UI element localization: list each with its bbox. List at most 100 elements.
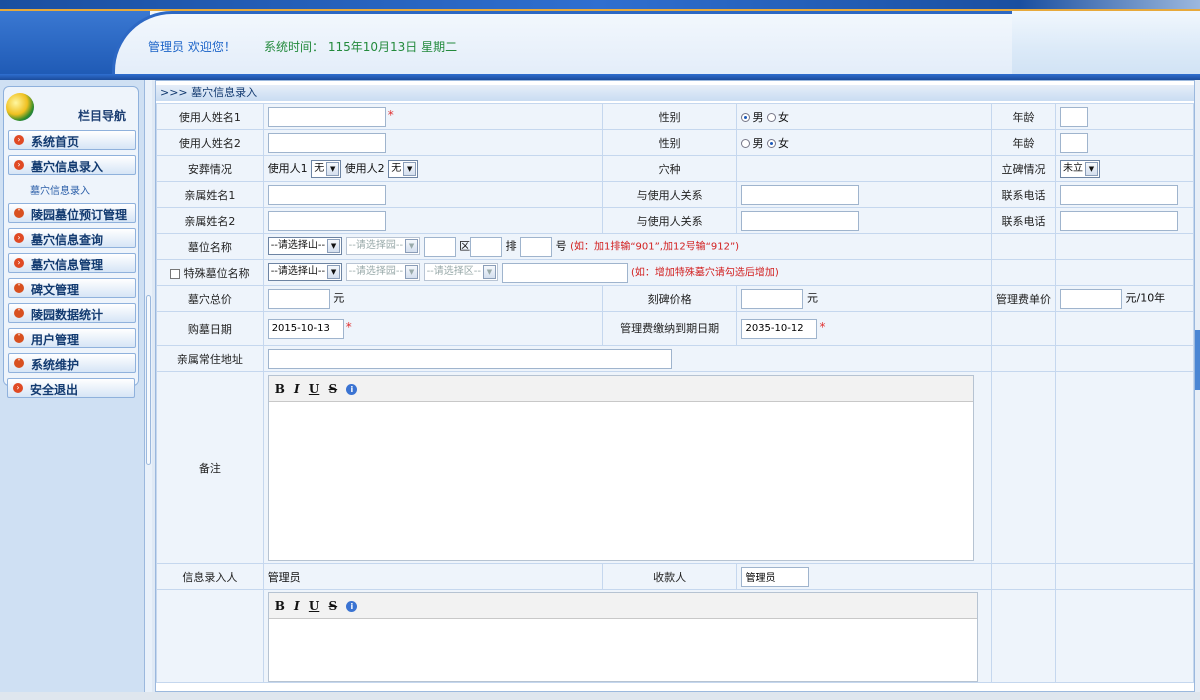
dropdown-arrow-icon: ▼: [405, 265, 419, 279]
header-top-band: [0, 0, 1200, 9]
sidebar: 栏目导航 › 系统首页 › 墓穴信息录入 墓穴信息录入 ˅ 陵园墓位预订管理 › 墓穴信…: [0, 80, 152, 700]
globe-icon: [6, 93, 34, 121]
fee-unit-input[interactable]: [1059, 288, 1122, 309]
breadcrumb: >>> 墓穴信息录入: [156, 85, 1194, 101]
user1-name-input[interactable]: [267, 106, 386, 127]
phone2-input[interactable]: [1059, 210, 1178, 231]
sidebar-item-tomb-entry[interactable]: › 墓穴信息录入: [8, 155, 136, 175]
system-time: 系统时间： 115年10月13日 星期二: [264, 40, 458, 54]
label-gender1: 性别: [601, 103, 738, 130]
relation2-input[interactable]: [741, 210, 860, 231]
sidebar-item-label: 系统维护: [31, 358, 80, 372]
address-input[interactable]: [267, 348, 672, 369]
splitter-handle[interactable]: [146, 295, 151, 465]
sidebar-item-tomb-manage[interactable]: › 墓穴信息管理: [8, 253, 136, 273]
italic-button[interactable]: I: [294, 382, 300, 396]
dropdown-arrow-icon: ▼: [327, 239, 341, 253]
sidebar-item-label: 安全退出: [30, 383, 79, 397]
yuan-unit: 元: [333, 291, 345, 304]
sidebar-item-maintenance[interactable]: ˅ 系统维护: [8, 353, 136, 373]
bold-button[interactable]: B: [275, 599, 285, 613]
label-user2: 使用人姓名2: [156, 129, 264, 156]
sidebar-item-logout[interactable]: › 安全退出: [7, 378, 135, 398]
sidebar-item-reservation[interactable]: ˅ 陵园墓位预订管理: [8, 203, 136, 223]
plot-row-input[interactable]: [470, 236, 503, 257]
dropdown-arrow-icon: ▼: [326, 161, 340, 176]
nav-title: 栏目导航: [77, 109, 126, 123]
sidebar-splitter[interactable]: [144, 80, 152, 700]
plot-garden-select[interactable]: --请选择园-- ▼: [345, 237, 421, 255]
age2-input[interactable]: [1059, 132, 1088, 153]
second-editor[interactable]: B I U S i: [267, 592, 978, 682]
row-unit: 排: [505, 239, 517, 252]
sidebar-item-label: 陵园墓位预订管理: [31, 208, 128, 222]
label-burial: 安葬情况: [156, 155, 264, 182]
chevron-down-icon: ˅: [14, 333, 24, 343]
special-plot-checkbox[interactable]: [170, 268, 181, 279]
relative2-name-input[interactable]: [267, 210, 386, 231]
sidebar-item-statistics[interactable]: ˅ 陵园数据统计: [8, 303, 136, 323]
info-icon[interactable]: i: [346, 383, 358, 395]
label-age2: 年龄: [990, 129, 1056, 156]
burial-user2-label: 使用人2: [344, 161, 385, 175]
right-scroll-edge[interactable]: [1195, 80, 1200, 700]
user2-name-input[interactable]: [267, 132, 386, 153]
radio-label: 男: [752, 110, 764, 124]
label-user1: 使用人姓名1: [156, 103, 264, 130]
label-address: 亲属常住地址: [156, 345, 264, 372]
age1-input[interactable]: [1059, 106, 1088, 127]
yuan-unit: 元: [806, 291, 818, 304]
sidebar-item-label: 墓穴信息管理: [31, 258, 104, 272]
fee-due-date-input[interactable]: [741, 318, 818, 339]
sidebar-item-label: 碑文管理: [31, 283, 80, 297]
plot-number-input[interactable]: [520, 236, 553, 257]
burial-user2-select[interactable]: 无 ▼: [388, 159, 419, 178]
tomb-type-value: [736, 155, 992, 182]
relative1-name-input[interactable]: [267, 184, 386, 205]
gender2-male-radio[interactable]: [741, 139, 751, 148]
italic-button[interactable]: I: [294, 599, 300, 613]
remark-editor[interactable]: B I U S i: [267, 374, 974, 561]
payee-input[interactable]: [741, 566, 810, 587]
label-age1: 年龄: [990, 103, 1056, 130]
bold-button[interactable]: B: [275, 382, 285, 396]
scroll-thumb[interactable]: [1195, 330, 1200, 390]
label-fee-unit: 管理费单价: [990, 285, 1056, 312]
plot-zone-input[interactable]: [423, 236, 456, 257]
strike-button[interactable]: S: [329, 382, 338, 396]
total-price-input[interactable]: [267, 288, 330, 309]
submenu-tomb-entry[interactable]: 墓穴信息录入: [30, 182, 90, 197]
sidebar-item-users[interactable]: ˅ 用户管理: [8, 328, 136, 348]
underline-button[interactable]: U: [309, 382, 319, 396]
engrave-price-input[interactable]: [741, 288, 804, 309]
sidebar-item-label: 系统首页: [31, 135, 80, 149]
label-entered-by: 信息录入人: [156, 563, 264, 590]
special-zone-select[interactable]: --请选择区-- ▼: [423, 263, 498, 281]
gender1-male-radio[interactable]: [741, 113, 751, 122]
strike-button[interactable]: S: [329, 599, 338, 613]
dropdown-arrow-icon: ▼: [403, 161, 417, 176]
label-gender2: 性别: [601, 129, 738, 156]
info-icon[interactable]: i: [346, 601, 358, 612]
sidebar-item-label: 墓穴信息查询: [31, 233, 104, 247]
gender2-female-radio[interactable]: [766, 139, 776, 148]
stele-select[interactable]: 未立 ▼: [1059, 159, 1100, 178]
special-mountain-select[interactable]: --请选择山-- ▼: [267, 263, 343, 281]
arrow-icon: ›: [13, 383, 23, 393]
special-garden-select[interactable]: --请选择园-- ▼: [345, 263, 421, 281]
gender1-female-radio[interactable]: [766, 113, 776, 122]
purchase-date-input[interactable]: [267, 318, 344, 339]
phone1-input[interactable]: [1059, 184, 1178, 205]
special-plot-input[interactable]: [501, 262, 628, 283]
sidebar-item-home[interactable]: › 系统首页: [8, 130, 136, 150]
plot-mountain-select[interactable]: --请选择山-- ▼: [267, 237, 343, 255]
main-content: >>> 墓穴信息录入 使用人姓名1 * 性别 男 女 年龄 使用人姓名2 性别 …: [155, 80, 1195, 692]
burial-user1-select[interactable]: 无 ▼: [311, 159, 342, 178]
sidebar-item-tomb-query[interactable]: › 墓穴信息查询: [8, 228, 136, 248]
label-editor2: [156, 589, 264, 683]
underline-button[interactable]: U: [309, 599, 319, 613]
label-special-plot: 特殊墓位名称: [183, 266, 250, 280]
burial-user1-label: 使用人1: [267, 161, 308, 175]
sidebar-item-epitaph[interactable]: ˅ 碑文管理: [8, 278, 136, 298]
relation1-input[interactable]: [741, 184, 860, 205]
